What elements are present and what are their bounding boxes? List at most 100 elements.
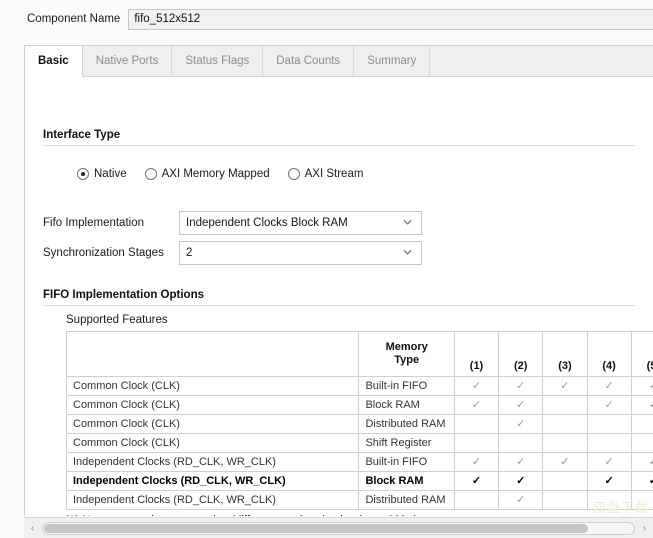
check-icon: ✓ — [516, 400, 525, 411]
cell-feature: Independent Clocks (RD_CLK, WR_CLK) — [67, 491, 359, 510]
cell-check-mark: ✓ — [543, 377, 587, 396]
check-icon: ✓ — [516, 381, 525, 392]
check-icon: ✓ — [605, 381, 614, 392]
table-row[interactable]: Common Clock (CLK)Distributed RAM✓ — [67, 415, 653, 434]
cell-check-mark: ✓ — [631, 453, 653, 472]
column-header-4: (4) — [587, 332, 631, 377]
cell-empty — [543, 396, 587, 415]
cell-check-mark: ✓ — [631, 472, 653, 491]
radio-axi-memory-mapped[interactable]: AXI Memory Mapped — [145, 168, 270, 180]
horizontal-scrollbar[interactable]: ‹ › — [24, 517, 653, 538]
cell-empty — [454, 415, 498, 434]
check-icon: ✓ — [472, 457, 481, 468]
check-icon: ✓ — [649, 457, 653, 468]
tab-strip-filler — [430, 46, 653, 76]
tab-basic[interactable]: Basic — [25, 46, 83, 77]
column-header-5: (5) — [631, 332, 653, 377]
radio-native[interactable]: Native — [77, 168, 127, 180]
table-row[interactable]: Common Clock (CLK)Shift Register — [67, 434, 653, 453]
chevron-down-icon — [403, 248, 412, 257]
column-header-3: (3) — [543, 332, 587, 377]
fifo-implementation-row: Fifo Implementation Independent Clocks B… — [43, 211, 422, 235]
footnote-1: (1) Non-symmetric aspect ratios (differe… — [65, 515, 418, 516]
cell-empty — [631, 415, 653, 434]
cell-empty — [543, 491, 587, 510]
check-icon: ✓ — [649, 381, 653, 392]
fifo-implementation-options-heading: FIFO Implementation Options — [43, 289, 204, 301]
cell-memory-type: Distributed RAM — [359, 491, 454, 510]
check-icon: ✓ — [605, 400, 614, 411]
cell-memory-type: Shift Register — [359, 434, 454, 453]
fifo-generator-basic-page: Component Name fifo_512x512 Basic Native… — [0, 0, 653, 538]
radio-button-icon-axi-memory-mapped — [145, 168, 157, 180]
table-row[interactable]: Independent Clocks (RD_CLK, WR_CLK)Distr… — [67, 491, 653, 510]
check-icon: ✓ — [605, 476, 614, 487]
cell-memory-type: Block RAM — [359, 396, 454, 415]
scrollbar-thumb[interactable] — [44, 524, 588, 533]
cell-feature: Common Clock (CLK) — [67, 434, 359, 453]
scrollbar-track[interactable] — [42, 522, 635, 535]
check-icon: ✓ — [472, 476, 481, 487]
check-icon: ✓ — [605, 457, 614, 468]
cell-check-mark: ✓ — [499, 453, 543, 472]
tab-strip: Basic Native Ports Status Flags Data Cou… — [25, 46, 653, 77]
chevron-down-icon — [403, 218, 412, 227]
component-name-input[interactable]: fifo_512x512 — [128, 9, 653, 30]
cell-check-mark: ✓ — [454, 377, 498, 396]
table-row[interactable]: Independent Clocks (RD_CLK, WR_CLK)Built… — [67, 453, 653, 472]
component-name-label: Component Name — [27, 13, 120, 25]
tab-data-counts[interactable]: Data Counts — [263, 46, 354, 76]
scroll-left-arrow-icon[interactable]: ‹ — [24, 521, 41, 536]
column-header-feature — [67, 332, 359, 377]
cell-empty — [631, 491, 653, 510]
synchronization-stages-row: Synchronization Stages 2 — [43, 241, 422, 265]
cell-feature: Common Clock (CLK) — [67, 396, 359, 415]
cell-empty — [587, 434, 631, 453]
interface-type-divider — [43, 145, 635, 146]
radio-button-icon-native — [77, 168, 89, 180]
cell-memory-type: Built-in FIFO — [359, 377, 454, 396]
synchronization-stages-select[interactable]: 2 — [179, 241, 422, 265]
check-icon: ✓ — [560, 457, 569, 468]
check-icon: ✓ — [472, 400, 481, 411]
synchronization-stages-label: Synchronization Stages — [43, 247, 179, 259]
synchronization-stages-value: 2 — [186, 247, 192, 259]
cell-empty — [543, 434, 587, 453]
table-row[interactable]: Independent Clocks (RD_CLK, WR_CLK)Block… — [67, 472, 653, 491]
check-icon: ✓ — [516, 495, 525, 506]
table-row[interactable]: Common Clock (CLK)Built-in FIFO ✓ ✓ ✓ ✓ ✓ — [67, 377, 653, 396]
radio-button-icon-axi-stream — [288, 168, 300, 180]
cell-empty — [543, 415, 587, 434]
check-icon: ✓ — [649, 476, 653, 487]
radio-axi-stream[interactable]: AXI Stream — [288, 168, 364, 180]
radio-label-axi-stream: AXI Stream — [305, 168, 364, 180]
cell-memory-type: Block RAM — [359, 472, 454, 491]
fifo-implementation-select[interactable]: Independent Clocks Block RAM — [179, 211, 422, 235]
scroll-right-arrow-icon[interactable]: › — [636, 521, 653, 536]
supported-features-caption: Supported Features — [66, 314, 168, 326]
column-header-2: (2) — [499, 332, 543, 377]
cell-empty — [499, 434, 543, 453]
check-icon: ✓ — [516, 457, 525, 468]
cell-feature: Common Clock (CLK) — [67, 377, 359, 396]
cell-check-mark: ✓ — [631, 396, 653, 415]
cell-empty — [454, 434, 498, 453]
column-header-1: (1) — [454, 332, 498, 377]
fifo-implementation-value: Independent Clocks Block RAM — [186, 217, 348, 229]
cell-feature: Independent Clocks (RD_CLK, WR_CLK) — [67, 453, 359, 472]
table-row[interactable]: Common Clock (CLK)Block RAM ✓ ✓ ✓ ✓ — [67, 396, 653, 415]
cell-check-mark: ✓ — [543, 453, 587, 472]
cell-check-mark: ✓ — [499, 491, 543, 510]
cell-check-mark: ✓ — [454, 472, 498, 491]
check-icon: ✓ — [560, 381, 569, 392]
radio-label-axi-memory-mapped: AXI Memory Mapped — [162, 168, 270, 180]
table-header-row: Memory Type (1) (2) (3) (4) (5) — [67, 332, 653, 377]
interface-type-heading: Interface Type — [43, 129, 120, 141]
cell-check-mark: ✓ — [587, 472, 631, 491]
tab-status-flags[interactable]: Status Flags — [172, 46, 263, 76]
check-icon: ✓ — [472, 381, 481, 392]
tab-native-ports[interactable]: Native Ports — [83, 46, 173, 76]
fifo-implementation-options-divider — [43, 305, 635, 306]
tab-summary[interactable]: Summary — [354, 46, 430, 76]
cell-check-mark: ✓ — [499, 415, 543, 434]
